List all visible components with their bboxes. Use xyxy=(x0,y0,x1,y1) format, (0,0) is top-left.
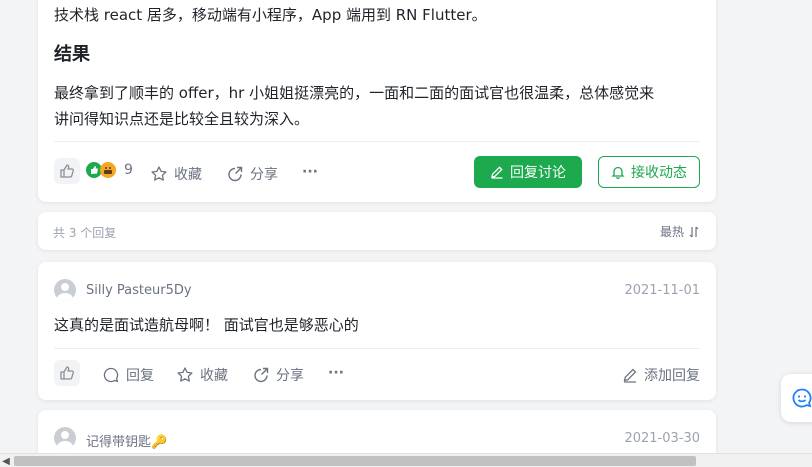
comment-username-text: 记得带钥匙 xyxy=(86,435,152,450)
comments-header: 共 3 个回复 最热 xyxy=(38,212,716,250)
thumbs-up-icon xyxy=(54,158,80,184)
comment-reply-button[interactable]: 回复 xyxy=(102,365,154,385)
avatar[interactable] xyxy=(54,427,76,449)
smile-chat-icon xyxy=(791,387,812,409)
share-label: 分享 xyxy=(250,167,278,183)
star-icon xyxy=(150,165,168,183)
result-paragraph-line-1: 最终拿到了顺丰的 offer，hr 小姐姐挺漂亮的，一面和二面的面试官也很温柔，… xyxy=(54,84,655,102)
floating-chat-button[interactable] xyxy=(781,374,812,422)
add-reply-button[interactable]: 添加回复 xyxy=(622,365,700,385)
comment-divider xyxy=(54,348,700,349)
scroll-thumb[interactable] xyxy=(14,456,696,466)
collect-label: 收藏 xyxy=(174,167,202,183)
follow-updates-button[interactable]: 接收动态 xyxy=(598,156,700,188)
more-button[interactable]: ··· xyxy=(328,365,344,381)
thumbs-up-icon xyxy=(54,360,80,386)
result-paragraph-line-2: 讲问得知识点还是比较全且较为深入。 xyxy=(54,110,310,128)
avatar[interactable] xyxy=(54,279,76,301)
share-icon xyxy=(252,366,270,384)
pencil-icon xyxy=(490,165,504,179)
collect-button[interactable]: 收藏 xyxy=(150,164,202,184)
comment-text: 这真的是面试造航母啊！ 面试官也是够恶心的 xyxy=(54,316,359,334)
sort-hot-button[interactable]: 最热 xyxy=(660,223,700,240)
like-button[interactable] xyxy=(54,158,80,184)
sort-label: 最热 xyxy=(659,225,684,239)
comment-username[interactable]: 记得带钥匙🔑 xyxy=(86,431,167,450)
add-reply-label: 添加回复 xyxy=(644,368,700,384)
more-button[interactable]: ··· xyxy=(302,164,318,180)
reply-discussion-button[interactable]: 回复讨论 xyxy=(474,156,582,188)
share-button[interactable]: 分享 xyxy=(226,164,278,184)
reaction-count: 9 xyxy=(124,162,133,178)
emoji-reaction-icon xyxy=(100,162,116,178)
star-icon xyxy=(176,366,194,384)
comment-count: 共 3 个回复 xyxy=(53,226,117,240)
comment-date: 2021-03-30 xyxy=(624,431,700,446)
follow-updates-label: 接收动态 xyxy=(631,165,687,181)
comment-item: Silly Pasteur5Dy 2021-11-01 这真的是面试造航母啊！ … xyxy=(38,262,716,400)
comment-username[interactable]: Silly Pasteur5Dy xyxy=(86,283,192,298)
result-heading: 结果 xyxy=(54,44,90,65)
scroll-left-arrow-icon[interactable]: ◀ xyxy=(0,454,12,467)
collect-label: 收藏 xyxy=(200,368,228,384)
reply-discussion-label: 回复讨论 xyxy=(510,165,566,181)
comment-date: 2021-11-01 xyxy=(624,283,700,298)
bell-icon xyxy=(611,165,625,179)
post-card: 技术栈 react 居多，移动端有小程序，App 端用到 RN Flutter。… xyxy=(38,0,716,202)
collect-button[interactable]: 收藏 xyxy=(176,365,228,385)
sort-icon xyxy=(688,226,700,238)
comment-icon xyxy=(102,366,120,384)
share-label: 分享 xyxy=(276,368,304,384)
post-tech-line: 技术栈 react 居多，移动端有小程序，App 端用到 RN Flutter。 xyxy=(54,6,487,24)
post-divider xyxy=(54,141,700,142)
pencil-icon xyxy=(622,367,638,383)
key-emoji: 🔑 xyxy=(151,435,168,450)
reaction-summary[interactable]: 9 xyxy=(86,162,133,178)
share-button[interactable]: 分享 xyxy=(252,365,304,385)
like-button[interactable] xyxy=(54,360,80,386)
horizontal-scrollbar[interactable]: ◀ xyxy=(0,453,812,467)
share-icon xyxy=(226,165,244,183)
comment-reply-label: 回复 xyxy=(126,368,154,384)
